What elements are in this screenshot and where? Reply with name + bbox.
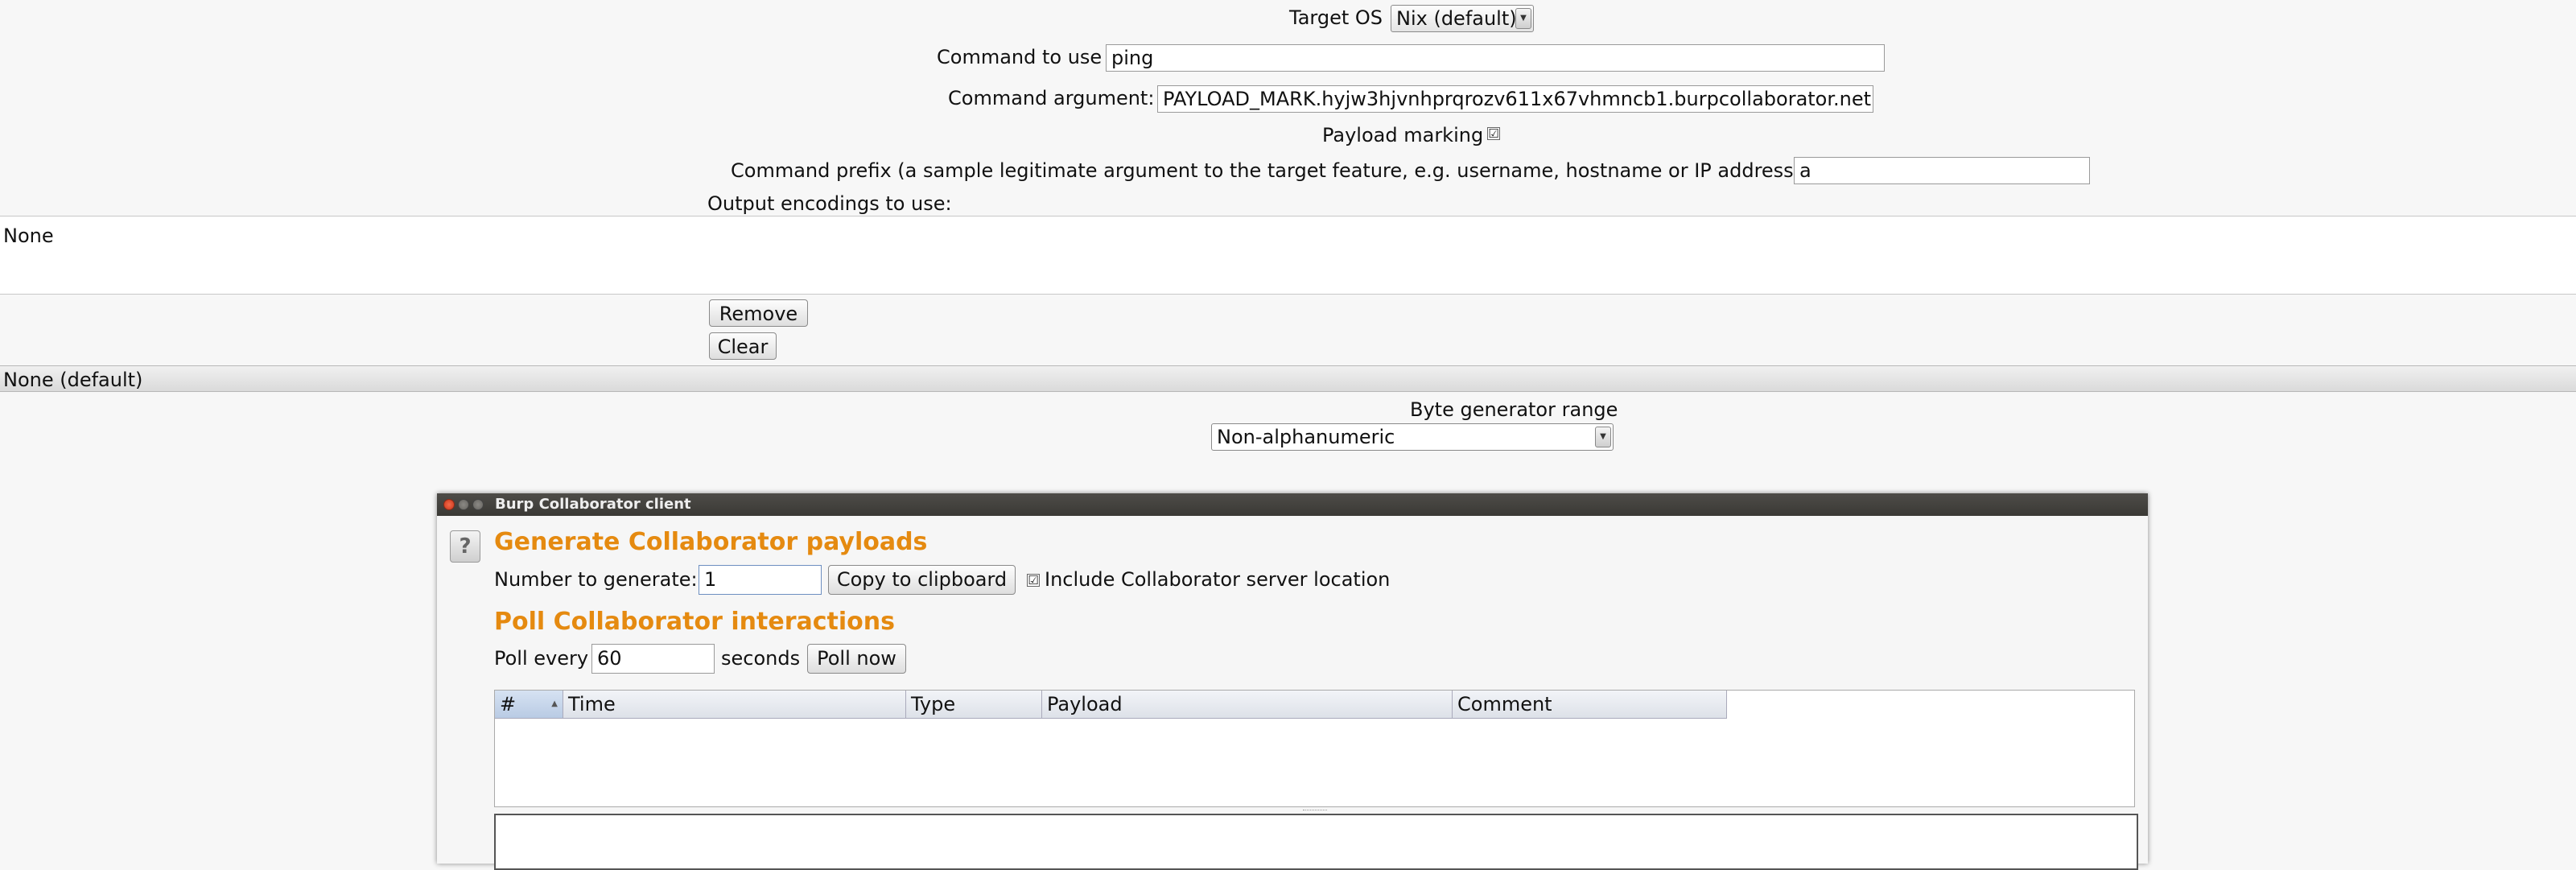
encoding-select-value: None (default) <box>3 369 143 391</box>
generate-heading: Generate Collaborator payloads <box>494 528 928 556</box>
maximize-icon[interactable] <box>472 499 484 510</box>
command-prefix-label: Command prefix (a sample legitimate argu… <box>731 159 1802 182</box>
byte-generator-range-label: Byte generator range <box>1410 398 1618 421</box>
encodings-list[interactable]: None <box>0 216 2576 295</box>
column-header-type[interactable]: Type <box>906 691 1042 718</box>
clear-button[interactable]: Clear <box>709 332 777 360</box>
chevron-down-icon: ▼ <box>1515 8 1531 29</box>
window-title: Burp Collaborator client <box>495 496 691 513</box>
column-header-payload[interactable]: Payload <box>1042 691 1453 718</box>
interaction-detail-pane[interactable] <box>494 814 2138 870</box>
chevron-down-icon: ▼ <box>1595 427 1611 447</box>
command-argument-label: Command argument: <box>948 87 1155 109</box>
command-prefix-input[interactable]: a <box>1794 157 2090 184</box>
collaborator-dialog: Burp Collaborator client ? Generate Coll… <box>437 493 2148 870</box>
remove-button[interactable]: Remove <box>709 299 808 327</box>
grip-icon <box>1303 810 1327 813</box>
copy-to-clipboard-button[interactable]: Copy to clipboard <box>828 565 1016 595</box>
seconds-label: seconds <box>721 647 801 670</box>
payload-marking-label: Payload marking <box>1322 124 1484 146</box>
target-os-select[interactable]: Nix (default) ▼ <box>1391 5 1534 32</box>
poll-now-button[interactable]: Poll now <box>807 644 906 674</box>
byte-generator-range-value: Non-alphanumeric <box>1217 426 1395 448</box>
number-to-generate-input[interactable]: 1 <box>699 565 822 595</box>
command-argument-input[interactable]: PAYLOAD_MARK.hyjw3hjvnhprqrozv611x67vhmn… <box>1157 85 1873 113</box>
column-header-label: # <box>500 693 517 715</box>
byte-generator-range-select[interactable]: Non-alphanumeric ▼ <box>1211 423 1614 451</box>
column-header-comment[interactable]: Comment <box>1453 691 1727 718</box>
sort-ascending-icon: ▲ <box>551 699 558 708</box>
include-server-location-checkbox[interactable]: ☑ <box>1027 574 1040 587</box>
poll-every-label: Poll every <box>494 647 589 670</box>
number-to-generate-label: Number to generate: <box>494 568 698 591</box>
target-os-value: Nix (default) <box>1396 7 1517 30</box>
minimize-icon[interactable] <box>458 499 469 510</box>
command-label: Command to use <box>937 46 1103 68</box>
encoding-select[interactable]: None (default) <box>0 365 2576 392</box>
target-os-label: Target OS <box>1289 6 1383 29</box>
collaborator-titlebar[interactable]: Burp Collaborator client <box>437 493 2148 516</box>
output-encodings-label: Output encodings to use: <box>707 192 952 215</box>
interactions-table[interactable]: # ▲ Time Type Payload Comment <box>494 690 2135 807</box>
include-server-location-label: Include Collaborator server location <box>1045 568 1391 591</box>
close-icon[interactable] <box>443 499 455 510</box>
command-input[interactable]: ping <box>1106 44 1885 72</box>
table-header: # ▲ Time Type Payload Comment <box>495 691 1727 719</box>
payload-marking-checkbox[interactable]: ☑ <box>1487 127 1500 140</box>
poll-interval-input[interactable]: 60 <box>591 644 715 674</box>
column-header-time[interactable]: Time <box>563 691 906 718</box>
column-header-number[interactable]: # ▲ <box>495 691 563 718</box>
list-item[interactable]: None <box>3 226 54 245</box>
poll-heading: Poll Collaborator interactions <box>494 608 895 636</box>
help-icon[interactable]: ? <box>450 530 480 563</box>
